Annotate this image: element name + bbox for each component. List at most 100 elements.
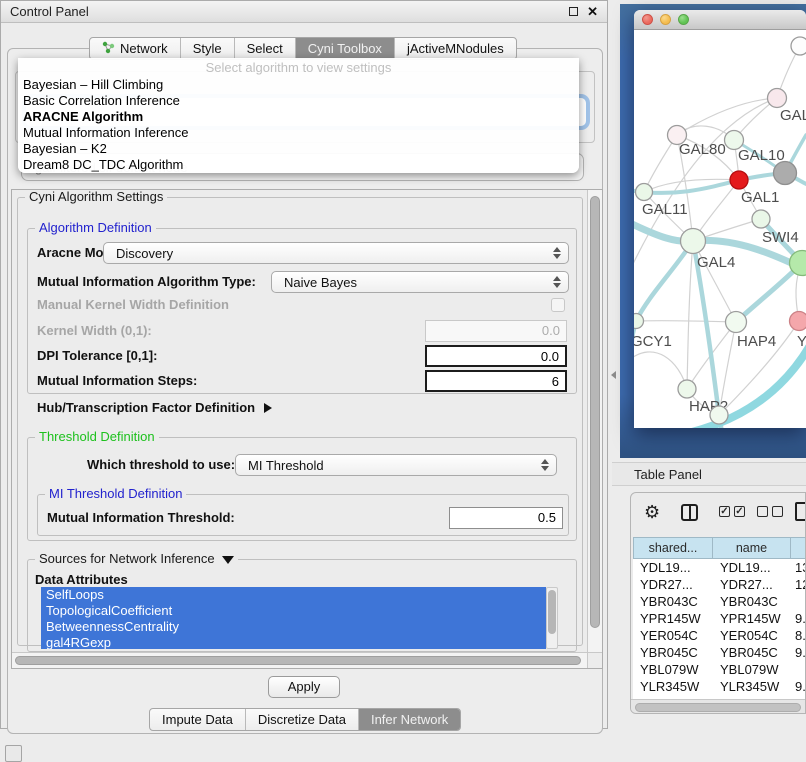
- expanded-arrow-icon: [222, 556, 234, 564]
- data-attribute-item[interactable]: BetweennessCentrality: [41, 619, 546, 635]
- tab-jactivemnodules[interactable]: jActiveMNodules: [395, 38, 516, 59]
- network-node-SWI4[interactable]: [752, 210, 770, 228]
- node-table: shared...nameA YDL19...YDL19...13YDR27..…: [633, 537, 806, 712]
- table-row[interactable]: YBR045CYBR045C9.: [633, 644, 806, 661]
- aracne-mode-combobox[interactable]: Discovery: [103, 242, 569, 264]
- combo-arrows-icon: [553, 276, 561, 288]
- node-label: GAL10: [738, 147, 785, 164]
- algorithm-option[interactable]: Dream8 DC_TDC Algorithm: [18, 157, 579, 173]
- tab-discretize-data[interactable]: Discretize Data: [246, 709, 359, 730]
- table-header-row: shared...nameA: [633, 537, 806, 559]
- mi-algorithm-type-combobox[interactable]: Naive Bayes: [271, 271, 569, 293]
- table-cell: YDL19...: [713, 559, 791, 576]
- network-window-titlebar[interactable]: [634, 10, 806, 30]
- algorithm-option[interactable]: Mutual Information Inference: [18, 125, 579, 141]
- tab-network[interactable]: Network: [90, 38, 181, 59]
- table-cell: YER054C: [713, 627, 791, 644]
- control-panel-title: Control Panel: [10, 4, 89, 19]
- table-cell: YBR043C: [633, 593, 713, 610]
- dpi-tolerance-label: DPI Tolerance [0,1]:: [37, 345, 157, 367]
- mi-steps-field[interactable]: 6: [425, 370, 567, 392]
- column-header[interactable]: name: [713, 537, 791, 559]
- settings-vertical-scrollbar[interactable]: [587, 190, 602, 652]
- table-row[interactable]: YPR145WYPR145W9.: [633, 610, 806, 627]
- algorithm-option[interactable]: Bayesian – K2: [18, 141, 579, 157]
- network-node-GAL1[interactable]: [730, 171, 748, 189]
- apply-button[interactable]: Apply: [268, 676, 340, 698]
- table-horizontal-scrollbar[interactable]: [631, 699, 806, 714]
- network-node-GCY1[interactable]: [634, 314, 644, 329]
- kernel-width-label: Kernel Width (0,1):: [37, 320, 152, 342]
- column-header[interactable]: shared...: [633, 537, 713, 559]
- table-row[interactable]: YLR345WYLR345W9.: [633, 678, 806, 695]
- table-row[interactable]: YER054CYER054C8.: [633, 627, 806, 644]
- manual-kernel-width-label: Manual Kernel Width Definition: [37, 294, 229, 316]
- mi-steps-label: Mutual Information Steps:: [37, 370, 197, 392]
- algorithm-option-list: Bayesian – Hill ClimbingBasic Correlatio…: [18, 77, 579, 173]
- float-window-icon[interactable]: [569, 7, 578, 16]
- algorithm-option[interactable]: ARACNE Algorithm: [18, 109, 579, 125]
- node-label: SWI4: [762, 229, 799, 246]
- table-panel-titlebar: Table Panel: [612, 462, 806, 486]
- table-row[interactable]: YDL19...YDL19...13: [633, 559, 806, 576]
- kernel-width-field[interactable]: 0.0: [425, 320, 567, 342]
- control-panel-titlebar: Control Panel ✕: [1, 1, 607, 23]
- column-header[interactable]: A: [791, 537, 806, 559]
- node-label: GCY1: [634, 333, 672, 350]
- mi-threshold-title: MI Threshold Definition: [45, 487, 186, 501]
- close-icon[interactable]: ✕: [587, 7, 598, 17]
- sources-title[interactable]: Sources for Network Inference: [35, 552, 238, 566]
- table-cell: YBR045C: [713, 644, 791, 661]
- gear-icon[interactable]: ⚙: [644, 502, 660, 523]
- minimize-window-icon[interactable]: [660, 14, 671, 25]
- network-node[interactable]: [774, 162, 797, 185]
- tab-impute-data[interactable]: Impute Data: [150, 709, 246, 730]
- tab-cyni-toolbox[interactable]: Cyni Toolbox: [296, 38, 395, 59]
- columns-icon[interactable]: [681, 504, 698, 521]
- network-node-Y[interactable]: [790, 312, 806, 331]
- network-node-GAL[interactable]: [768, 89, 787, 108]
- close-window-icon[interactable]: [642, 14, 653, 25]
- tab-infer-network[interactable]: Infer Network: [359, 709, 460, 730]
- deselect-checkbox-icon[interactable]: [772, 506, 783, 517]
- algorithm-option[interactable]: Basic Correlation Inference: [18, 93, 579, 109]
- data-attribute-item[interactable]: TopologicalCoefficient: [41, 603, 546, 619]
- which-threshold-combobox[interactable]: MI Threshold: [235, 454, 557, 476]
- splitter-collapse-icon[interactable]: [611, 371, 616, 379]
- table-row[interactable]: YBR043CYBR043C: [633, 593, 806, 610]
- deselect-checkbox-icon[interactable]: [757, 506, 768, 517]
- data-attribute-item[interactable]: SelfLoops: [41, 587, 546, 603]
- data-attribute-item[interactable]: gal4RGexp: [41, 635, 546, 649]
- network-node-HAP4[interactable]: [726, 312, 747, 333]
- network-node-HAP2[interactable]: [678, 380, 696, 398]
- zoom-window-icon[interactable]: [678, 14, 689, 25]
- combo-arrows-icon: [541, 459, 549, 471]
- table-cell: YBR045C: [633, 644, 713, 661]
- table-cell: YBL079W: [713, 661, 791, 678]
- panel-grip-icon[interactable]: [5, 745, 22, 762]
- network-node[interactable]: [710, 406, 728, 424]
- dpi-tolerance-field[interactable]: 0.0: [425, 345, 567, 367]
- export-table-icon[interactable]: [795, 502, 806, 521]
- network-node-GAL11[interactable]: [636, 184, 653, 201]
- attributes-list-scrollbar[interactable]: [546, 587, 558, 649]
- network-canvas[interactable]: GALGAL80GAL10GAL1GAL11SWI4GAL4GCY1HAP4YH…: [634, 30, 806, 428]
- settings-horizontal-scrollbar[interactable]: [12, 652, 587, 668]
- node-label: GAL1: [741, 189, 779, 206]
- algorithm-option[interactable]: Bayesian – Hill Climbing: [18, 77, 579, 93]
- select-all-checkbox-icon[interactable]: ✓: [734, 506, 745, 517]
- table-cell: YPR145W: [633, 610, 713, 627]
- cyni-settings-title: Cyni Algorithm Settings: [25, 190, 167, 204]
- tab-select[interactable]: Select: [235, 38, 296, 59]
- hub-tf-definition-toggle[interactable]: Hub/Transcription Factor Definition: [37, 397, 272, 419]
- network-node[interactable]: [791, 37, 806, 55]
- tab-style[interactable]: Style: [181, 38, 235, 59]
- manual-kernel-width-checkbox[interactable]: [551, 298, 565, 312]
- table-row[interactable]: YDR27...YDR27...12: [633, 576, 806, 593]
- network-node-GAL4[interactable]: [681, 229, 706, 254]
- table-row[interactable]: YBL079WYBL079W: [633, 661, 806, 678]
- select-all-checkbox-icon[interactable]: ✓: [719, 506, 730, 517]
- combo-arrows-icon: [553, 247, 561, 259]
- node-label: GAL11: [642, 201, 688, 218]
- mi-threshold-field[interactable]: 0.5: [449, 507, 563, 529]
